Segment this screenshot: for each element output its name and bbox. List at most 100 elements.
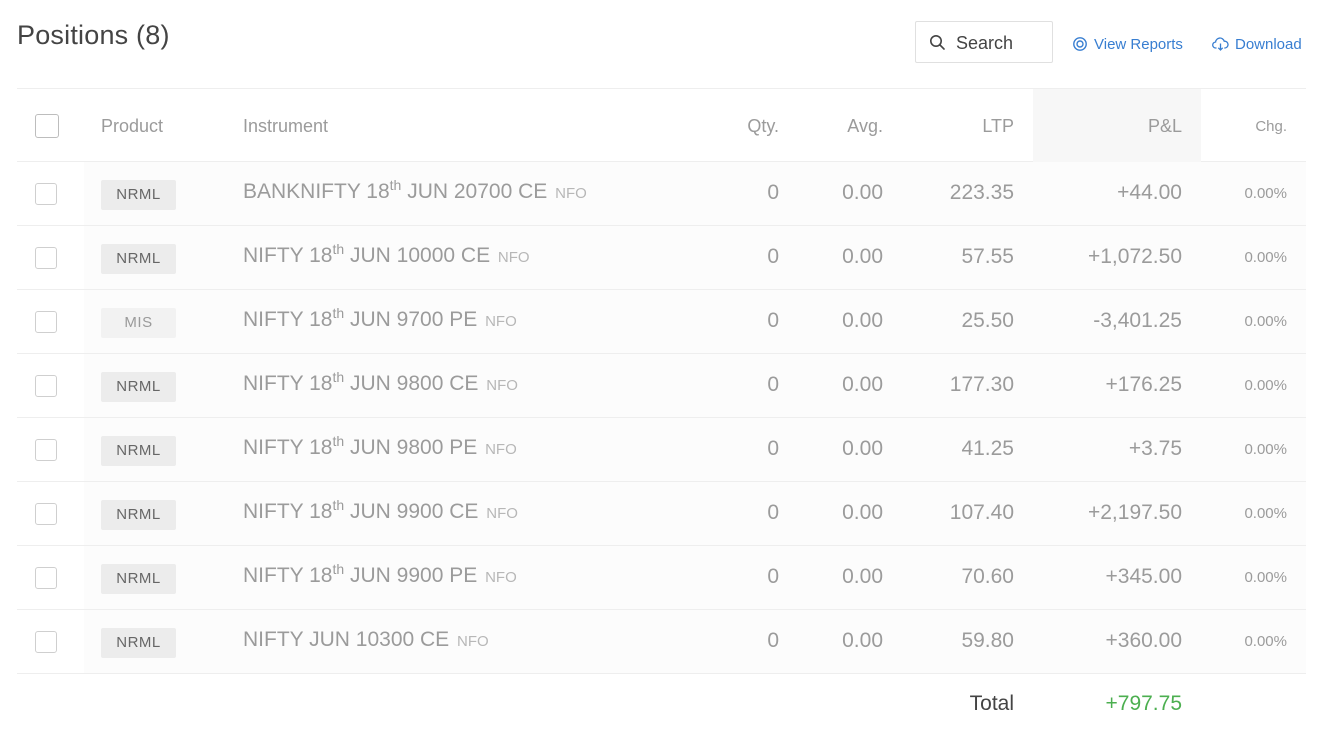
column-header-pnl[interactable]: P&L: [1148, 116, 1182, 137]
exchange-label: NFO: [486, 505, 518, 522]
table-footer: Total +797.75: [17, 674, 1306, 734]
column-header-chg[interactable]: Chg.: [1255, 118, 1287, 135]
instrument-name[interactable]: NIFTY 18th JUN 9900 CE NFO: [243, 498, 518, 524]
ltp-value: 70.60: [961, 565, 1014, 588]
table-row[interactable]: NRML BANKNIFTY 18th JUN 20700 CE NFO 0 0…: [17, 162, 1306, 226]
table-row[interactable]: NRML NIFTY 18th JUN 9800 PE NFO 0 0.00 4…: [17, 418, 1306, 482]
product-badge: NRML: [101, 180, 176, 210]
ltp-value: 223.35: [949, 181, 1014, 204]
ltp-value: 41.25: [961, 437, 1014, 460]
pnl-value: +1,072.50: [1087, 245, 1182, 268]
qty-value: 0: [767, 629, 779, 652]
cloud-download-icon: [1212, 37, 1229, 51]
search-icon: [930, 35, 945, 50]
view-reports-label: View Reports: [1094, 35, 1183, 53]
total-label: Total: [969, 692, 1014, 715]
instrument-name[interactable]: NIFTY JUN 10300 CE NFO: [243, 628, 489, 652]
table-row[interactable]: NRML NIFTY 18th JUN 9900 CE NFO 0 0.00 1…: [17, 482, 1306, 546]
exchange-label: NFO: [485, 569, 517, 586]
instrument-name[interactable]: NIFTY 18th JUN 9900 PE NFO: [243, 562, 517, 588]
reports-icon: [1073, 37, 1087, 51]
table-row[interactable]: NRML NIFTY 18th JUN 9900 PE NFO 0 0.00 7…: [17, 546, 1306, 610]
product-badge: NRML: [101, 244, 176, 274]
pnl-value: -3,401.25: [1093, 309, 1182, 332]
avg-value: 0.00: [842, 181, 883, 204]
column-header-avg[interactable]: Avg.: [847, 116, 883, 137]
row-checkbox[interactable]: [35, 375, 57, 397]
view-reports-link[interactable]: View Reports: [1072, 33, 1183, 55]
qty-value: 0: [767, 501, 779, 524]
instrument-name[interactable]: BANKNIFTY 18th JUN 20700 CE NFO: [243, 178, 587, 204]
exchange-label: NFO: [497, 249, 530, 266]
ltp-value: 177.30: [949, 373, 1014, 396]
avg-value: 0.00: [842, 245, 883, 268]
table-header: Product Instrument Qty. Avg. LTP P&L Chg…: [17, 88, 1306, 162]
column-header-qty[interactable]: Qty.: [747, 116, 779, 137]
pnl-value: +176.25: [1105, 373, 1183, 396]
page-title: Positions (8): [17, 20, 170, 50]
exchange-label: NFO: [486, 377, 518, 394]
ltp-value: 57.55: [961, 245, 1014, 268]
qty-value: 0: [767, 181, 779, 204]
column-header-product[interactable]: Product: [101, 116, 163, 137]
table-body: NRML BANKNIFTY 18th JUN 20700 CE NFO 0 0…: [17, 162, 1306, 674]
chg-value: 0.00%: [1244, 185, 1287, 202]
pnl-value: +44.00: [1117, 181, 1182, 204]
ltp-value: 107.40: [949, 501, 1014, 524]
exchange-label: NFO: [485, 313, 517, 330]
row-checkbox[interactable]: [35, 503, 57, 525]
exchange-label: NFO: [457, 633, 489, 650]
ltp-value: 25.50: [961, 309, 1014, 332]
product-badge: NRML: [101, 628, 176, 658]
pnl-value: +2,197.50: [1087, 501, 1182, 524]
chg-value: 0.00%: [1244, 569, 1287, 586]
search-box[interactable]: [915, 21, 1053, 63]
qty-value: 0: [767, 309, 779, 332]
avg-value: 0.00: [842, 501, 883, 524]
avg-value: 0.00: [842, 373, 883, 396]
row-checkbox[interactable]: [35, 439, 57, 461]
row-checkbox[interactable]: [35, 311, 57, 333]
total-pnl-value: +797.75: [1105, 692, 1183, 715]
positions-table: Product Instrument Qty. Avg. LTP P&L Chg…: [17, 88, 1306, 734]
chg-value: 0.00%: [1244, 377, 1287, 394]
column-header-instrument[interactable]: Instrument: [243, 116, 328, 137]
column-header-ltp[interactable]: LTP: [982, 116, 1014, 137]
instrument-name[interactable]: NIFTY 18th JUN 10000 CE NFO: [243, 242, 530, 268]
avg-value: 0.00: [842, 565, 883, 588]
qty-value: 0: [767, 245, 779, 268]
instrument-name[interactable]: NIFTY 18th JUN 9800 PE NFO: [243, 434, 517, 460]
chg-value: 0.00%: [1244, 313, 1287, 330]
select-all-checkbox[interactable]: [35, 114, 59, 138]
row-checkbox[interactable]: [35, 631, 57, 653]
table-row[interactable]: NRML NIFTY 18th JUN 10000 CE NFO 0 0.00 …: [17, 226, 1306, 290]
instrument-name[interactable]: NIFTY 18th JUN 9700 PE NFO: [243, 306, 517, 332]
chg-value: 0.00%: [1244, 505, 1287, 522]
product-badge: NRML: [101, 564, 176, 594]
qty-value: 0: [767, 437, 779, 460]
product-badge: NRML: [101, 500, 176, 530]
table-row[interactable]: MIS NIFTY 18th JUN 9700 PE NFO 0 0.00 25…: [17, 290, 1306, 354]
row-checkbox[interactable]: [35, 247, 57, 269]
chg-value: 0.00%: [1244, 249, 1287, 266]
pnl-value: +345.00: [1105, 565, 1183, 588]
qty-value: 0: [767, 373, 779, 396]
qty-value: 0: [767, 565, 779, 588]
chg-value: 0.00%: [1244, 633, 1287, 650]
instrument-name[interactable]: NIFTY 18th JUN 9800 CE NFO: [243, 370, 518, 396]
pnl-value: +3.75: [1128, 437, 1182, 460]
product-badge: MIS: [101, 308, 176, 338]
row-checkbox[interactable]: [35, 183, 57, 205]
avg-value: 0.00: [842, 437, 883, 460]
download-label: Download: [1235, 35, 1302, 53]
avg-value: 0.00: [842, 309, 883, 332]
search-input[interactable]: [956, 31, 1032, 55]
row-checkbox[interactable]: [35, 567, 57, 589]
pnl-value: +360.00: [1105, 629, 1183, 652]
exchange-label: NFO: [485, 441, 517, 458]
product-badge: NRML: [101, 372, 176, 402]
download-link[interactable]: Download: [1212, 33, 1302, 55]
table-row[interactable]: NRML NIFTY JUN 10300 CE NFO 0 0.00 59.80…: [17, 610, 1306, 674]
table-row[interactable]: NRML NIFTY 18th JUN 9800 CE NFO 0 0.00 1…: [17, 354, 1306, 418]
chg-value: 0.00%: [1244, 441, 1287, 458]
